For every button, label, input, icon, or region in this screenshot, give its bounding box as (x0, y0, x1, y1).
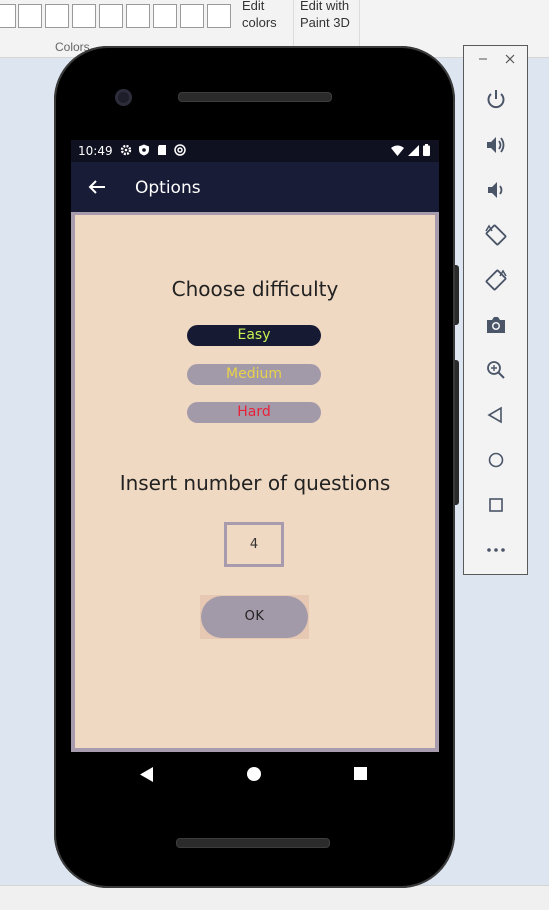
bottom-speaker (176, 838, 330, 848)
color-swatch[interactable] (207, 4, 231, 28)
color-swatch[interactable] (72, 4, 96, 28)
power-icon[interactable] (483, 86, 509, 112)
color-swatch[interactable] (99, 4, 123, 28)
zoom-icon[interactable] (483, 357, 509, 383)
front-camera (115, 89, 132, 106)
app-bar: Options (71, 162, 439, 212)
edit-with-paint3d-button[interactable]: Edit with Paint 3D (300, 0, 356, 31)
rotate-right-icon[interactable] (483, 267, 509, 293)
volume-up-icon[interactable] (483, 132, 509, 158)
emulator-toolbar (463, 45, 528, 575)
color-swatch[interactable] (0, 4, 16, 28)
edit-colors-button[interactable]: Edit colors (242, 0, 282, 31)
close-icon[interactable] (505, 54, 515, 64)
gear-icon (120, 144, 132, 156)
rotate-left-icon[interactable] (483, 222, 509, 248)
color-swatch[interactable] (18, 4, 42, 28)
hard-button[interactable]: Hard (187, 402, 321, 423)
home-circle-icon[interactable] (247, 767, 261, 781)
questions-heading: Insert number of questions (119, 471, 391, 495)
earpiece-speaker (178, 92, 332, 102)
battery-icon (423, 144, 430, 156)
ok-button[interactable]: OK (201, 596, 308, 638)
at-sign-icon (174, 144, 186, 156)
color-swatch[interactable] (45, 4, 69, 28)
easy-button[interactable]: Easy (187, 325, 321, 346)
back-icon[interactable] (483, 402, 509, 428)
home-icon[interactable] (483, 447, 509, 473)
medium-button[interactable]: Medium (187, 364, 321, 385)
difficulty-heading: Choose difficulty (171, 277, 339, 301)
ribbon-separator (293, 0, 294, 48)
question-count-input[interactable]: 4 (224, 522, 284, 567)
options-panel: Choose difficulty Easy Medium Hard Inser… (71, 212, 439, 752)
volume-down-icon[interactable] (483, 177, 509, 203)
ribbon-separator (359, 0, 360, 48)
page-title: Options (135, 178, 201, 198)
color-swatch[interactable] (153, 4, 177, 28)
ok-button-wrapper: OK (200, 595, 309, 639)
more-icon[interactable] (483, 537, 509, 563)
camera-icon[interactable] (483, 312, 509, 338)
back-triangle-icon[interactable] (140, 767, 154, 782)
status-time: 10:49 (78, 144, 113, 158)
status-bar: 10:49 (71, 140, 439, 162)
sd-card-icon (156, 144, 168, 156)
shield-icon (138, 144, 150, 156)
color-swatch[interactable] (126, 4, 150, 28)
phone-screen: 10:49 Options Choose difficulty Easy Med… (71, 140, 439, 752)
signal-icon (408, 144, 419, 156)
minimize-icon[interactable] (478, 54, 488, 64)
overview-icon[interactable] (483, 492, 509, 518)
arrow-left-icon[interactable] (85, 175, 109, 199)
wifi-icon (391, 145, 404, 156)
navigation-bar (71, 752, 439, 798)
paint-status-bar (0, 885, 549, 910)
color-swatch[interactable] (180, 4, 204, 28)
recents-square-icon[interactable] (354, 767, 367, 780)
